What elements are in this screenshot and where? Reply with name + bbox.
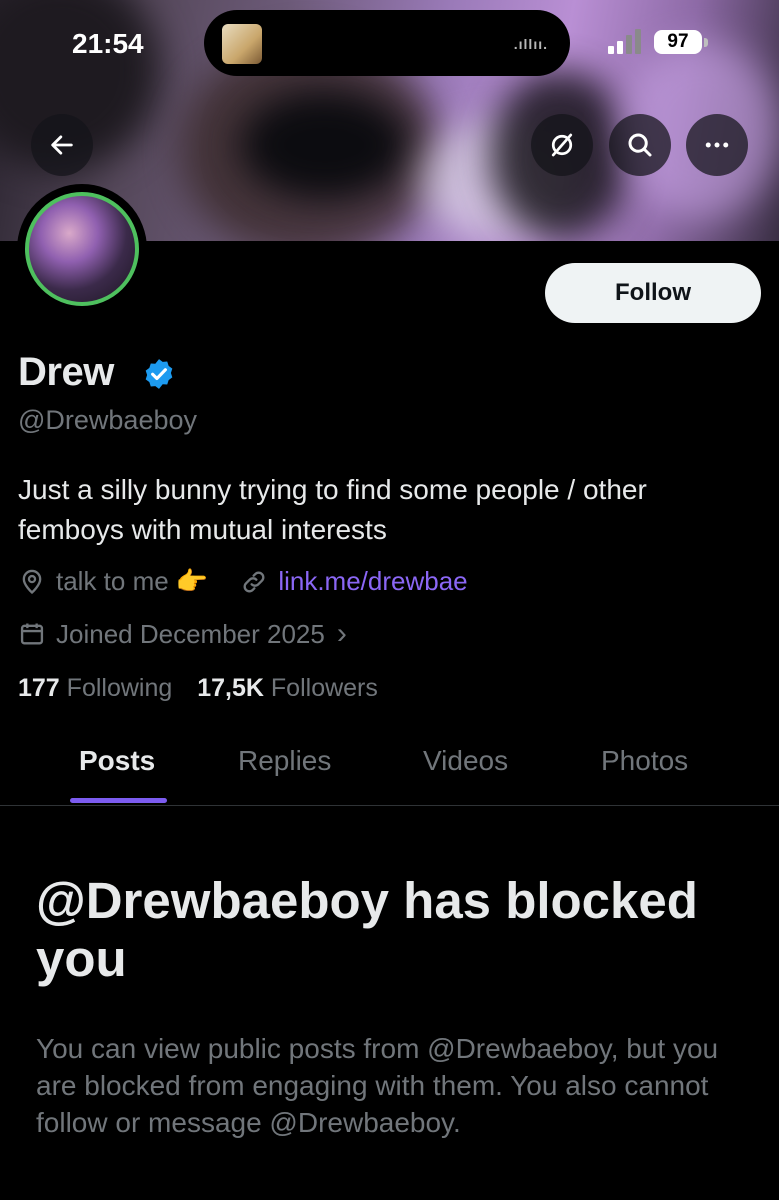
avatar-image (25, 192, 139, 306)
battery-indicator: 97 (654, 30, 702, 54)
location-text: talk to me 👉 (56, 566, 209, 596)
more-icon (705, 142, 729, 148)
display-name: Drew (18, 350, 114, 394)
unfollow-block-icon (551, 133, 573, 157)
following-label: Following (66, 674, 173, 702)
battery-tip (704, 38, 708, 47)
dynamic-island[interactable]: .ıllıı. (204, 10, 570, 76)
calendar-icon (20, 623, 44, 645)
audio-wave-icon: .ıllıı. (513, 36, 548, 52)
followers-count: 17,5K (197, 674, 264, 702)
chevron-right-icon: › (336, 617, 347, 650)
active-tab-indicator (70, 798, 167, 803)
tab-posts[interactable]: Posts (79, 745, 155, 777)
back-arrow-icon (51, 135, 73, 155)
blocked-status-button[interactable] (531, 114, 593, 176)
verified-badge-icon[interactable] (142, 357, 176, 391)
joined-row[interactable]: Joined December 2025 › (18, 617, 347, 651)
profile-avatar[interactable] (17, 184, 147, 314)
followers-label: Followers (270, 674, 378, 702)
profile-bio: Just a silly bunny trying to find some p… (18, 474, 647, 545)
location-row: talk to me 👉 link.me/drewbae (18, 566, 468, 597)
location-pin-icon (22, 569, 42, 594)
tab-replies[interactable]: Replies (238, 745, 331, 777)
cellular-signal-icon (608, 28, 644, 54)
search-button[interactable] (609, 114, 671, 176)
followers-stat[interactable]: 17,5K Followers (197, 674, 378, 702)
profile-tabs: Posts Replies Videos Photos (0, 735, 779, 806)
more-options-button[interactable] (686, 114, 748, 176)
status-time: 21:54 (72, 28, 144, 59)
tab-videos[interactable]: Videos (423, 745, 508, 777)
link-icon (243, 571, 265, 592)
blocked-message: You can view public posts from @Drewbaeb… (36, 1033, 719, 1138)
following-stat[interactable]: 177 Following (18, 674, 172, 702)
now-playing-artwork (222, 24, 262, 64)
avatar-frame (17, 184, 147, 314)
follow-stats: 177 Following 17,5K Followers (18, 674, 378, 703)
tab-photos[interactable]: Photos (601, 745, 688, 777)
joined-date: Joined December 2025 (56, 618, 325, 649)
blocked-title: @Drewbaeboy has blocked you (36, 872, 698, 987)
back-button[interactable] (31, 114, 93, 176)
profile-link[interactable]: link.me/drewbae (278, 566, 467, 597)
profile-handle: @Drewbaeboy (18, 405, 197, 435)
search-icon (628, 133, 652, 157)
following-count: 177 (18, 674, 60, 702)
follow-button[interactable]: Follow (545, 263, 761, 323)
